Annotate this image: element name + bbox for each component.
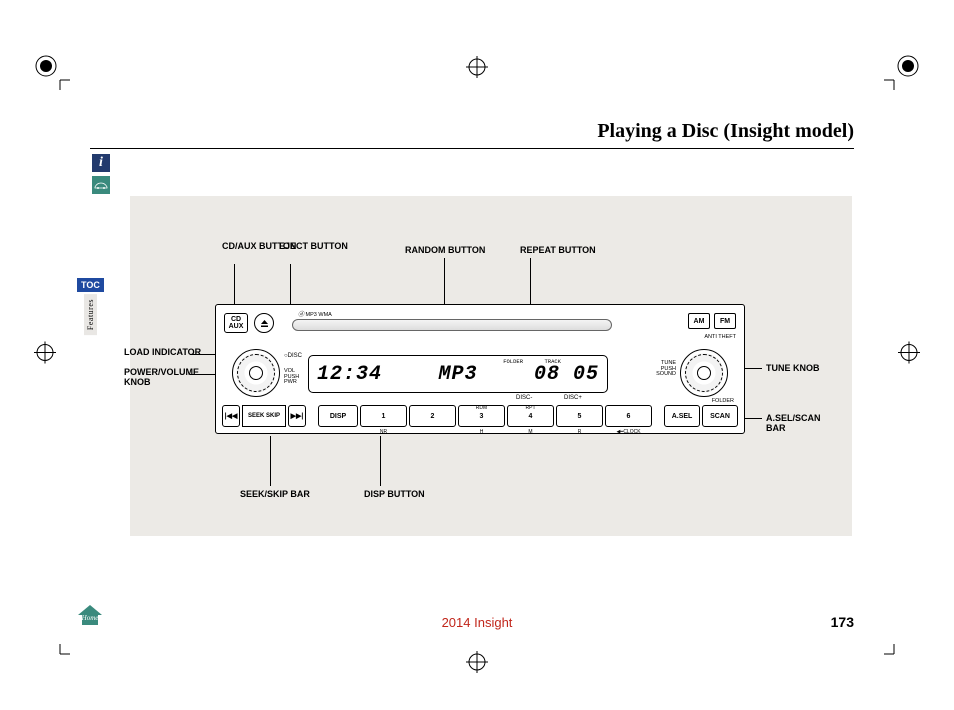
car-icon[interactable]: [92, 176, 110, 194]
callout-disp: DISP BUTTON: [364, 490, 425, 500]
lcd-counter: 08 05: [534, 363, 599, 386]
tune-labels: TUNEPUSHSOUND: [656, 361, 676, 378]
leader: [380, 436, 381, 486]
registration-mark: [466, 651, 488, 678]
registration-mark: [898, 342, 920, 369]
lcd-mode: MP3: [438, 363, 477, 386]
fm-button[interactable]: FM: [714, 313, 736, 329]
callout-asel: A.SEL/SCAN BAR: [766, 414, 836, 434]
lcd-display: FOLDER TRACK 12:34 MP3 08 05: [308, 355, 608, 393]
radio-diagram: CD/AUX BUTTON EJECT BUTTON RANDOM BUTTON…: [130, 196, 852, 536]
radio-unit: CD AUX ⓓ MP3 WMA AM FM ANTI THEFT ○DISC …: [215, 304, 745, 434]
registration-mark: [34, 342, 56, 369]
registration-mark: [466, 56, 488, 83]
skip-fwd-button[interactable]: ▶▶|: [288, 405, 306, 427]
svg-text:Home: Home: [81, 614, 99, 622]
disp-button[interactable]: DISP: [318, 405, 358, 427]
toc-tab[interactable]: TOC: [77, 278, 104, 292]
info-icon[interactable]: i: [92, 154, 110, 172]
footer-model: 2014 Insight: [442, 615, 513, 630]
callout-seek: SEEK/SKIP BAR: [240, 490, 310, 500]
callout-repeat: REPEAT BUTTON: [520, 246, 596, 256]
features-tab[interactable]: Features: [84, 294, 97, 335]
preset-3-rdm[interactable]: RDM3H: [458, 405, 505, 427]
am-button[interactable]: AM: [688, 313, 710, 329]
power-volume-knob[interactable]: [232, 349, 280, 397]
preset-5[interactable]: 5R: [556, 405, 603, 427]
title-rule: [90, 148, 854, 149]
callout-power-vol: POWER/VOLUME KNOB: [124, 368, 212, 388]
cropmark-bottom-right: [884, 644, 922, 682]
disc-indicator-label: ○DISC: [284, 353, 302, 359]
callout-tune: TUNE KNOB: [766, 364, 820, 374]
cropmark-top-right: [884, 52, 922, 90]
mp3-label: ⓓ MP3 WMA: [298, 309, 332, 318]
vol-labels: VOLPUSHPWR: [284, 369, 299, 386]
callout-load: LOAD INDICATOR: [124, 348, 201, 358]
home-icon[interactable]: Home: [76, 603, 104, 632]
cd-aux-button[interactable]: CD AUX: [224, 313, 248, 333]
page-number: 173: [831, 614, 854, 630]
page-title: Playing a Disc (Insight model): [597, 120, 854, 143]
tune-knob[interactable]: [680, 349, 728, 397]
preset-6[interactable]: 6◀━CLOCK: [605, 405, 652, 427]
preset-2[interactable]: 2: [409, 405, 456, 427]
disc-minus-label: DISC-: [516, 395, 532, 401]
eject-icon: [260, 319, 269, 328]
cropmark-bottom-left: [32, 644, 70, 682]
callout-eject: EJECT BUTTON: [279, 242, 348, 252]
asel-button[interactable]: A.SEL: [664, 405, 700, 427]
anti-theft-label: ANTI THEFT: [704, 335, 736, 341]
eject-button[interactable]: [254, 313, 274, 333]
folder-knob-label: FOLDER: [712, 399, 734, 405]
preset-1[interactable]: 1NR: [360, 405, 407, 427]
callout-random: RANDOM BUTTON: [405, 246, 485, 256]
lcd-track-label: TRACK: [544, 358, 561, 365]
lcd-folder-label: FOLDER: [503, 358, 523, 365]
preset-4-rpt[interactable]: RPT4M: [507, 405, 554, 427]
preset-bar: |◀◀ SEEK SKIP ▶▶| DISP 1NR 2 RDM3H RPT4M…: [222, 405, 738, 427]
cropmark-top-left: [32, 52, 70, 90]
disc-plus-label: DISC+: [564, 395, 582, 401]
seek-skip-bar[interactable]: SEEK SKIP: [242, 405, 286, 427]
scan-button[interactable]: SCAN: [702, 405, 738, 427]
leader: [270, 436, 271, 486]
skip-back-button[interactable]: |◀◀: [222, 405, 240, 427]
disc-slot[interactable]: [292, 319, 612, 331]
lcd-time: 12:34: [317, 363, 382, 386]
